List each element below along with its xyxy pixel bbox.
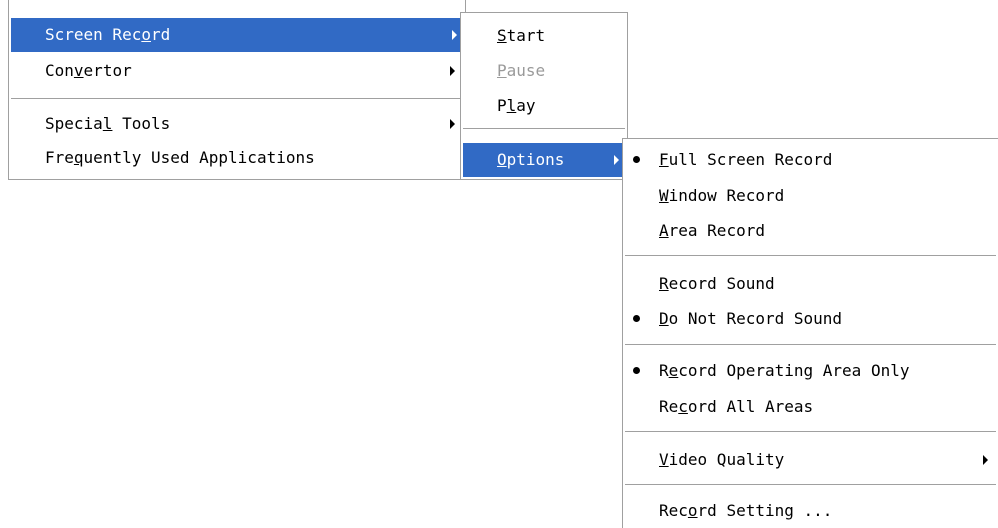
menu-item-label: Record All Areas	[659, 397, 814, 416]
menu-item-record-setting[interactable]: Record Setting ...	[625, 494, 996, 528]
submenu-arrow-icon	[450, 66, 455, 76]
menu-item-play[interactable]: Play	[463, 89, 625, 123]
menu-item-label: Do Not Record Sound	[659, 309, 843, 328]
submenu-arrow-icon	[452, 30, 457, 40]
menu-item-label: Start	[497, 26, 546, 45]
menu-item-window-record[interactable]: Window Record	[625, 179, 996, 213]
menu-item-special-tools[interactable]: Special Tools	[11, 107, 463, 141]
menu-item-pause: Pause	[463, 54, 625, 88]
menu-separator	[11, 98, 463, 99]
menu-item-do-not-record-sound[interactable]: Do Not Record Sound	[625, 302, 996, 336]
menu-item-record-operating-area-only[interactable]: Record Operating Area Only	[625, 354, 996, 388]
radio-bullet-icon	[633, 315, 640, 322]
submenu-arrow-icon	[983, 455, 988, 465]
main-menu: Screen Record Convertor Special Tools Fr…	[8, 0, 466, 180]
menu-item-screen-record[interactable]: Screen Record	[11, 18, 465, 52]
menu-item-label: Options	[497, 150, 565, 169]
submenu-arrow-icon	[450, 119, 455, 129]
menu-item-label: Screen Record	[45, 25, 171, 44]
menu-separator	[625, 484, 996, 485]
menu-item-label: Pause	[497, 61, 546, 80]
menu-item-label: Record Operating Area Only	[659, 361, 910, 380]
menu-item-convertor[interactable]: Convertor	[11, 54, 463, 88]
menu-item-label: Area Record	[659, 221, 765, 240]
menu-separator	[463, 128, 625, 129]
radio-bullet-icon	[633, 367, 640, 374]
menu-item-frequently-used-applications[interactable]: Frequently Used Applications	[11, 141, 463, 175]
radio-bullet-icon	[633, 156, 640, 163]
menu-item-video-quality[interactable]: Video Quality	[625, 443, 996, 477]
screen-record-submenu: Start Pause Play Options	[460, 12, 628, 180]
menu-item-record-sound[interactable]: Record Sound	[625, 267, 996, 301]
menu-item-start[interactable]: Start	[463, 19, 625, 53]
menu-item-full-screen-record[interactable]: Full Screen Record	[625, 143, 996, 177]
menu-item-label: Special Tools	[45, 114, 171, 133]
menu-item-area-record[interactable]: Area Record	[625, 214, 996, 248]
menu-item-label: Record Setting ...	[659, 501, 833, 520]
menu-item-label: Video Quality	[659, 450, 785, 469]
menu-item-label: Play	[497, 96, 536, 115]
menu-separator	[625, 344, 996, 345]
menu-separator	[625, 431, 996, 432]
menu-item-record-all-areas[interactable]: Record All Areas	[625, 390, 996, 424]
menu-item-label: Frequently Used Applications	[45, 148, 315, 167]
menu-separator	[625, 255, 996, 256]
menu-item-label: Full Screen Record	[659, 150, 833, 169]
menu-item-label: Convertor	[45, 61, 132, 80]
menu-item-label: Record Sound	[659, 274, 775, 293]
options-submenu: Full Screen Record Window Record Area Re…	[622, 138, 998, 528]
menu-item-options[interactable]: Options	[463, 143, 627, 177]
submenu-arrow-icon	[614, 155, 619, 165]
menu-item-label: Window Record	[659, 186, 785, 205]
